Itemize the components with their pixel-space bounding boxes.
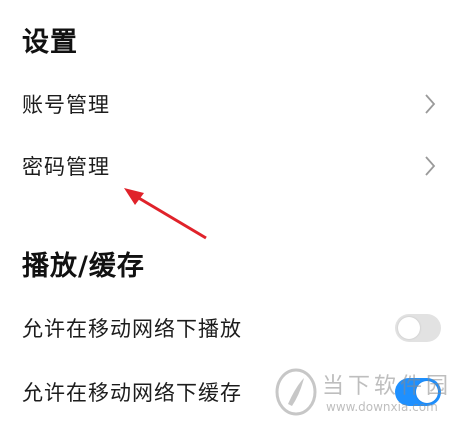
downxia-logo-icon xyxy=(275,368,317,416)
play-on-mobile-network-label: 允许在移动网络下播放 xyxy=(22,317,242,341)
play-on-mobile-network-toggle[interactable] xyxy=(395,314,441,342)
watermark: 当下软件园 www.downxia.com xyxy=(274,362,454,428)
chevron-right-icon xyxy=(425,156,436,176)
red-arrow-icon xyxy=(124,188,207,240)
password-management-label: 密码管理 xyxy=(22,155,110,179)
cache-on-mobile-network-label: 允许在移动网络下缓存 xyxy=(22,381,242,405)
account-management-label: 账号管理 xyxy=(22,93,110,117)
watermark-url: www.downxia.com xyxy=(326,400,438,414)
chevron-right-icon xyxy=(425,94,436,114)
password-management-item[interactable]: 密码管理 xyxy=(0,138,461,194)
account-management-item[interactable]: 账号管理 xyxy=(0,76,461,132)
play-on-mobile-network-row: 允许在移动网络下播放 xyxy=(0,300,461,356)
watermark-name: 当下软件园 xyxy=(322,374,453,399)
playback-cache-section-title: 播放/缓存 xyxy=(22,251,145,282)
toggle-knob xyxy=(398,317,420,339)
settings-section-title: 设置 xyxy=(22,27,78,58)
